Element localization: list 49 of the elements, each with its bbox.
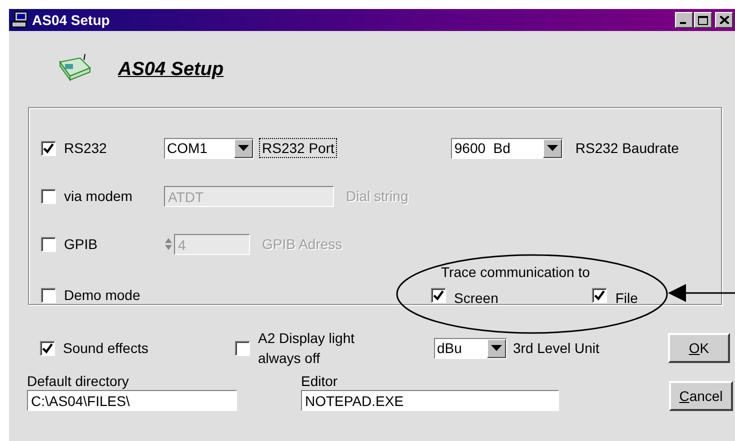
checkmark-icon [433,290,444,300]
checkbox-label: RS232 [64,140,107,156]
window-title: AS04 Setup [32,12,110,28]
minimize-button[interactable] [675,12,693,28]
dialog-heading: AS04 Setup [118,59,224,81]
field-label: RS232 Port [260,139,336,157]
computer-icon [11,11,29,29]
dropdown[interactable]: COM1 [164,138,254,158]
maximize-button[interactable] [694,12,712,28]
group-label: Trace communication to [441,264,591,280]
maximize-icon [698,16,708,24]
spinner-arrows-icon [164,237,173,251]
checkbox[interactable] [592,288,608,302]
checkbox[interactable] [41,236,56,252]
checkbox-label: Demo mode [64,287,140,303]
directory-field[interactable]: C:\AS04\FILES\ [27,390,237,411]
editor-field[interactable]: NOTEPAD.EXE [301,390,559,411]
pointer-arrow [668,284,735,302]
checkbox[interactable] [40,340,55,356]
checkmark-icon [594,290,606,300]
caret-icon [491,345,502,351]
field-label: Editor [301,373,339,389]
field-label: Default directory [27,373,130,389]
checkbox-label: GPIB [64,236,98,252]
caret-icon [238,145,249,151]
close-icon [720,16,728,24]
field-label: 3rd Level Unit [513,340,600,356]
caret-icon [547,145,558,151]
checkbox-label: via modem [64,188,132,204]
field-label: GPIB Adress [262,236,342,252]
checkbox[interactable] [41,188,56,204]
checkmark-icon [42,342,53,354]
checkbox[interactable] [41,288,56,302]
cancel-button[interactable]: Cancel [669,381,733,411]
dropdown[interactable]: 9600 Bd [451,138,564,158]
checkbox-label: A2 Display light always off [258,329,356,368]
field-label: RS232 Baudrate [575,140,679,156]
checkbox[interactable] [235,340,250,356]
checkbox-label: Screen [454,290,498,306]
device-icon [58,52,92,82]
checkbox-label: Sound effects [63,340,148,356]
dropdown[interactable]: dBu [434,338,507,358]
field-label: Dial string [346,188,408,204]
checkbox-label: File [615,290,638,306]
ok-button[interactable]: OK [668,333,730,363]
close-button[interactable] [715,12,733,28]
checkmark-icon [43,142,54,154]
checkbox[interactable] [431,288,446,302]
checkbox[interactable] [41,140,56,156]
